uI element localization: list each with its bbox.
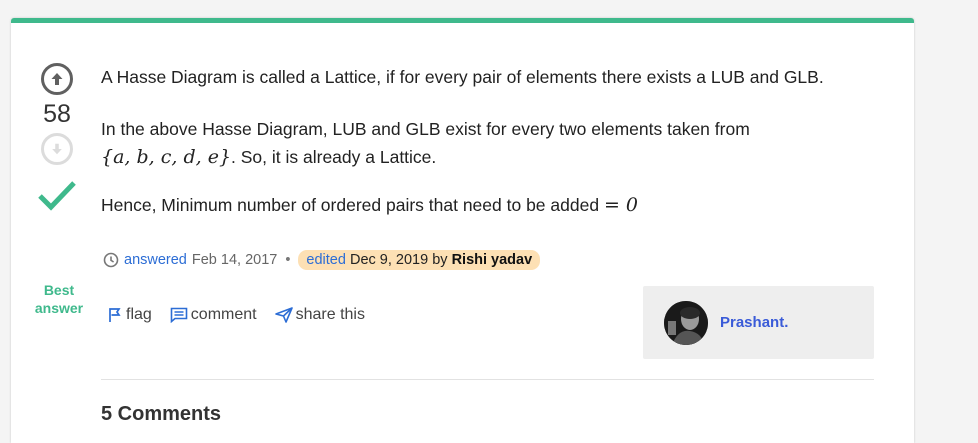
edited-link[interactable]: edited: [306, 252, 346, 268]
best-answer-label: Best answer: [34, 282, 84, 316]
set-expression: {a, b, c, d, e}: [101, 146, 232, 168]
answer-actions: flag comment share this: [107, 306, 383, 324]
edited-date: Dec 9, 2019: [349, 252, 429, 268]
downvote-button[interactable]: [41, 133, 73, 165]
comments-heading: 5 Comments: [101, 403, 222, 425]
avatar[interactable]: [664, 300, 708, 345]
author-card: Prashant.: [643, 286, 874, 359]
comment-icon: [170, 307, 188, 323]
answer-body: A Hasse Diagram is called a Lattice, if …: [101, 63, 891, 219]
flag-icon: [109, 308, 121, 322]
comment-button[interactable]: comment: [170, 306, 257, 324]
best-answer-check[interactable]: [35, 179, 79, 211]
meta-separator: •: [285, 252, 291, 268]
flag-button[interactable]: flag: [107, 306, 152, 324]
answer-paragraph: Hence, Minimum number of ordered pairs t…: [101, 194, 638, 216]
share-button[interactable]: share this: [274, 306, 365, 324]
answer-card: 58 Best answer A Hasse Diagram is called…: [11, 18, 914, 443]
arrow-up-icon: [51, 73, 63, 85]
clock-icon: [103, 252, 119, 268]
arrow-down-icon: [52, 143, 62, 155]
avatar-photo: [664, 300, 708, 345]
editor-name[interactable]: Rishi yadav: [452, 252, 533, 268]
divider: [101, 379, 874, 380]
result-expression: = 0: [603, 194, 638, 216]
answer-paragraph: A Hasse Diagram is called a Lattice, if …: [101, 67, 824, 87]
answer-meta: answered Feb 14, 2017 • edited Dec 9, 20…: [103, 250, 541, 270]
answered-date: Feb 14, 2017: [191, 252, 278, 268]
checkmark-icon: [38, 181, 76, 211]
answered-link[interactable]: answered: [124, 252, 187, 268]
answer-paragraph: In the above Hasse Diagram, LUB and GLB …: [101, 119, 750, 168]
paper-plane-icon: [274, 307, 293, 323]
upvote-button[interactable]: [41, 63, 73, 95]
author-name[interactable]: Prashant.: [720, 314, 788, 331]
edited-by: by: [432, 252, 448, 268]
vote-column: 58: [35, 63, 79, 211]
edited-badge: edited Dec 9, 2019 by Rishi yadav: [298, 250, 541, 270]
vote-count: 58: [43, 100, 71, 128]
